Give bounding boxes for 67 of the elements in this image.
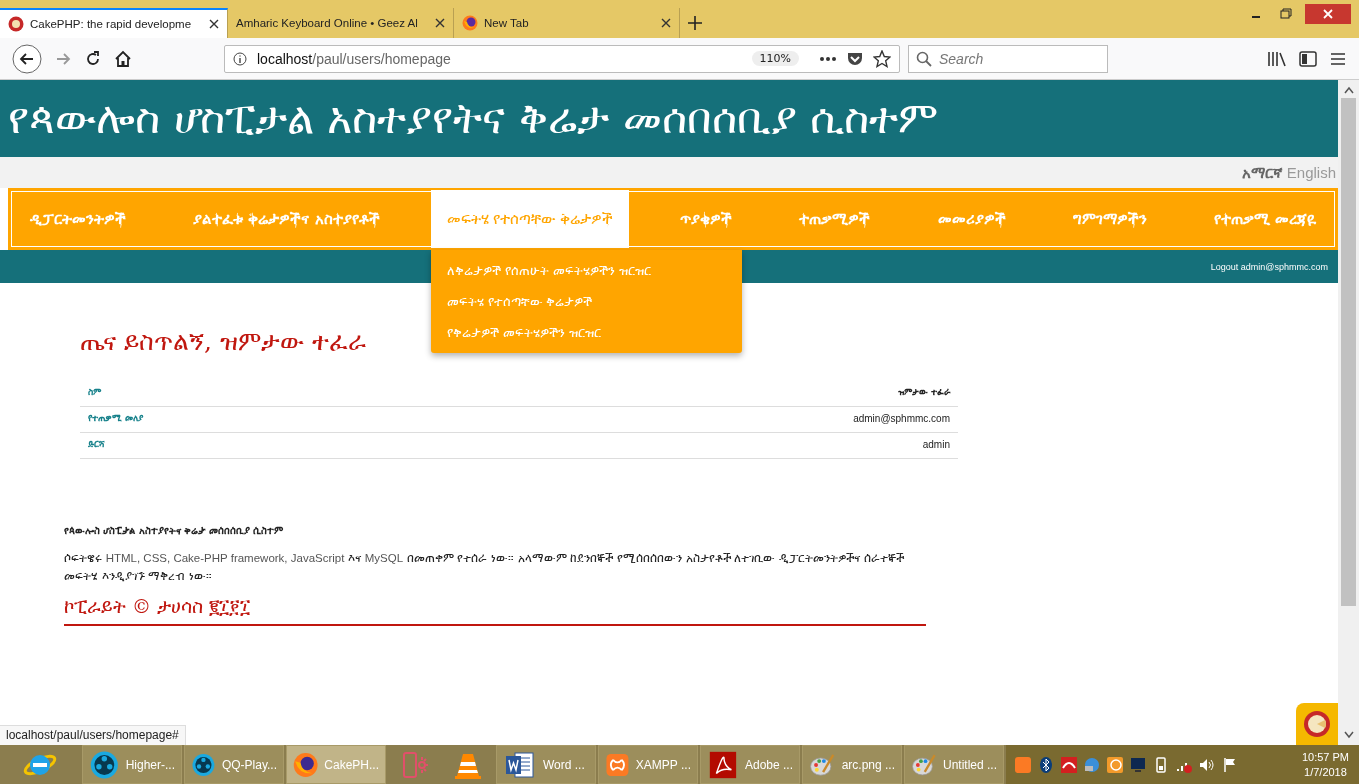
url-path: /paul/users/homepage (312, 50, 451, 67)
nav-item[interactable]: ያልተፈቱ ቅሬታዎችና አስተያየቶች (177, 190, 396, 248)
scrollbar[interactable] (1338, 80, 1359, 745)
nav-item[interactable]: መመሪያዎች (921, 190, 1022, 248)
cake-icon (8, 16, 24, 32)
pocket-icon[interactable] (847, 50, 863, 67)
reload-icon[interactable] (84, 49, 102, 68)
footer-title: የጳውሎስ ሆስፒታል አስተያየትና ቅሬታ መሰበሰቢያ ሲስተም (64, 525, 285, 537)
menu-item[interactable]: ለቅሬታዎች የሰጠሁት መፍትሄዎችን ዝርዝር (430, 256, 742, 287)
more-icon[interactable] (819, 55, 837, 62)
nav-item[interactable]: ተጠቃሚዎች (783, 190, 887, 248)
info-icon (233, 51, 247, 66)
greeting-heading: ጤና ይስጥልኝ, ዝምታው ተፈራ (80, 327, 366, 357)
menu-item[interactable]: መፍትሄ የተሰጣቸው ቅሬታዎች (430, 287, 742, 318)
field-value: ዝምታው ተፈራ (897, 387, 950, 399)
field-value: admin (922, 439, 950, 452)
scroll-thumb[interactable] (1341, 98, 1356, 606)
sidebar-icon[interactable] (1299, 50, 1317, 67)
nav-item[interactable]: ጥያቄዎች (664, 190, 749, 248)
menu-icon[interactable] (1329, 50, 1347, 67)
new-tab-icon[interactable] (688, 16, 702, 30)
monitor-icon[interactable] (1129, 755, 1147, 774)
library-icon[interactable] (1267, 50, 1287, 67)
language-link[interactable]: English (1286, 164, 1336, 181)
star-icon[interactable] (873, 49, 891, 68)
site-title: የጳውሎስ ሆስፒታል አስተያየትና ቅሬታ መሰበሰቢያ ሲስተም (8, 93, 939, 144)
logout-link[interactable]: Logout admin@sphmmc.com (1210, 261, 1328, 272)
search-field[interactable]: Search (908, 44, 1108, 73)
clock[interactable]: 10:57 PM 1/7/2018 (1291, 749, 1359, 780)
url-host: localhost (257, 50, 313, 67)
nav-item[interactable]: መፍትሄ የተሰጣቸው ቅሬታዎች (430, 190, 630, 248)
browser-tab[interactable]: CakePHP: the rapid developme (0, 8, 228, 38)
address-bar[interactable]: localhost/paul/users/homepage 110% (224, 44, 900, 73)
close-icon[interactable] (209, 19, 219, 29)
bluetooth-icon[interactable] (1037, 755, 1055, 774)
nav-item[interactable]: የተጠቃሚ መረጃዬ (1197, 190, 1332, 248)
search-icon (916, 50, 932, 67)
field-label: የተጠቃሚ መለያ (88, 413, 144, 425)
taskbar-button[interactable]: CakePH... (286, 745, 386, 784)
close-icon[interactable] (435, 18, 445, 28)
copyright-text: ኮፒራይት © ታሀሳስ ፪፲፻፲ (64, 595, 926, 626)
taskbar-button[interactable]: XAMPP ... (598, 745, 698, 784)
scroll-down-icon[interactable] (1343, 731, 1354, 739)
taskbar-button[interactable]: Adobe ... (700, 745, 800, 784)
footer-description: ሶፍትዌሩ HTML, CSS, Cake-PHP framework, JavaScript እና MySQL በመጠቀም የተሰራ ነው። አላማውም ከደንበኞች የሚሰበሰበውን አስታየቶች ለተገቢው ዲፓርትመንትዎችና ሰራተኞች መፍትሄ እንዲያገኙ ማቅረብ ነው። (64, 550, 905, 585)
language-link[interactable]: አማርኛ (1241, 163, 1283, 182)
firefox-icon (462, 15, 478, 31)
field-label: ስም (88, 387, 101, 399)
nav-item[interactable]: ግምገማዎችን (1056, 190, 1163, 248)
cake-icon (1303, 710, 1331, 738)
taskbar-button[interactable]: QQ-Play... (184, 745, 284, 784)
taskbar-button[interactable]: Untitled ... (904, 745, 1004, 784)
home-icon[interactable] (114, 49, 132, 68)
cake-badge[interactable] (1296, 703, 1338, 745)
scroll-up-icon[interactable] (1343, 86, 1354, 94)
nav-item[interactable]: ዲፓርትመንትዎች (14, 190, 142, 248)
field-label: ድርሻ (88, 439, 105, 451)
close-icon[interactable] (661, 18, 671, 28)
back-icon[interactable] (12, 43, 42, 74)
zoom-badge[interactable]: 110% (751, 51, 799, 66)
taskbar-button[interactable]: Word ... (496, 745, 596, 784)
taskbar-button[interactable]: arc.png ... (802, 745, 902, 784)
taskbar-button[interactable]: Higher-... (82, 745, 182, 784)
clock-icon[interactable] (1106, 755, 1124, 774)
menu-item[interactable]: የቅሬታዎች መፍትሄዎችን ዝርዝር (430, 318, 742, 349)
status-url: localhost/paul/users/homepage# (0, 725, 186, 745)
field-value: admin@sphmmc.com (853, 413, 950, 426)
